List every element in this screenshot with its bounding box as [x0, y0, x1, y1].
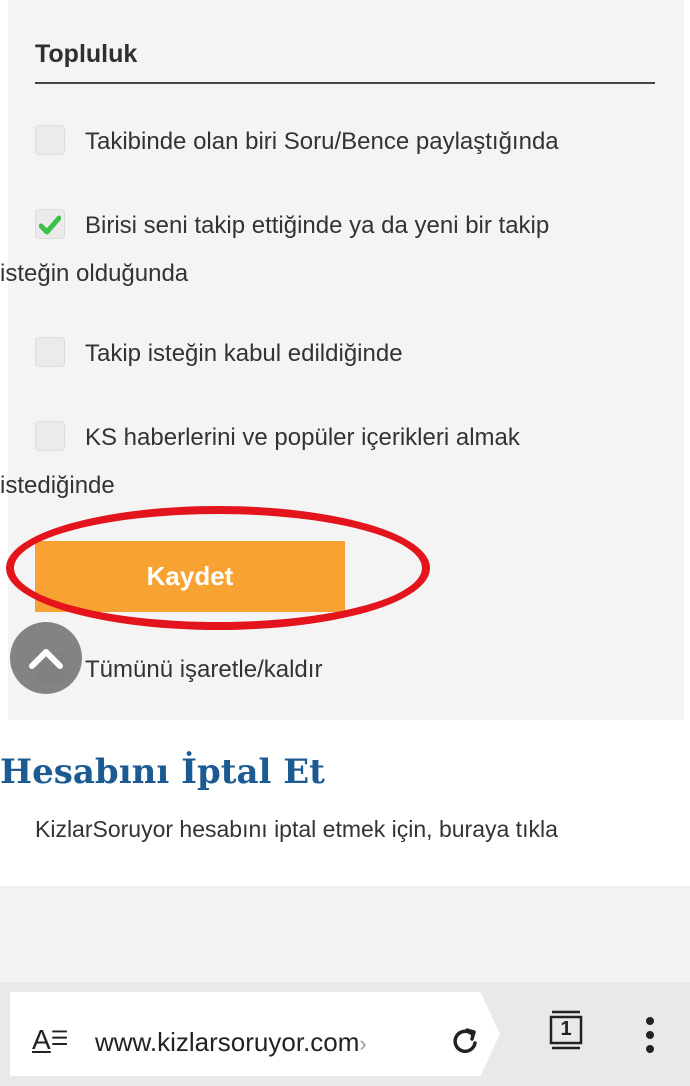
option-request-accepted[interactable]: Takip isteğin kabul edildiğinde — [35, 330, 625, 378]
toggle-all-option[interactable]: Tümünü işaretle/kaldır — [35, 646, 625, 694]
checkmark-icon — [39, 215, 61, 235]
checkbox-checked[interactable] — [35, 209, 65, 239]
save-button[interactable]: Kaydet — [35, 541, 345, 612]
option-label-line1: KS haberlerini ve popüler içerikleri alm… — [85, 424, 520, 451]
more-menu-icon[interactable] — [640, 1016, 660, 1054]
url-chevron: › — [359, 1031, 367, 1056]
toggle-all-label: Tümünü işaretle/kaldır — [85, 656, 323, 683]
checkbox[interactable] — [35, 421, 65, 451]
option-ks-news[interactable]: KS haberlerini ve popüler içerikleri alm… — [0, 414, 625, 510]
reload-icon[interactable] — [450, 1026, 480, 1056]
section-title: Topluluk — [35, 40, 138, 68]
cancel-account-title: Hesabını İptal Et — [0, 752, 325, 792]
address-bar[interactable]: A☰ www.kizlarsoruyor.com› — [10, 992, 500, 1076]
option-label: Takip isteğin kabul edildiğinde — [85, 340, 403, 367]
browser-toolbar: A☰ www.kizlarsoruyor.com› — [0, 982, 690, 1086]
tab-count: 1 — [560, 1018, 572, 1040]
section-divider — [35, 82, 655, 84]
checkbox[interactable] — [35, 125, 65, 155]
option-label: Takibinde olan biri Soru/Bence paylaştığ… — [85, 128, 559, 155]
page-footer — [0, 886, 690, 982]
option-follow-share[interactable]: Takibinde olan biri Soru/Bence paylaştığ… — [35, 118, 625, 166]
scroll-to-top-button[interactable] — [10, 622, 82, 694]
option-new-follower[interactable]: Birisi seni takip ettiğinde ya da yeni b… — [0, 202, 625, 298]
option-label-line1: Birisi seni takip ettiğinde ya da yeni b… — [85, 212, 550, 239]
option-label-line2: isteğin olduğunda — [0, 260, 189, 287]
checkbox[interactable] — [35, 337, 65, 367]
option-label-line2: istediğinde — [0, 472, 115, 499]
reader-mode-icon[interactable]: A☰ — [32, 1024, 69, 1056]
url-text[interactable]: www.kizlarsoruyor.com› — [95, 1027, 367, 1058]
chevron-up-icon — [29, 649, 63, 669]
cancel-account-link[interactable]: KizlarSoruyor hesabını iptal etmek için,… — [35, 816, 558, 843]
